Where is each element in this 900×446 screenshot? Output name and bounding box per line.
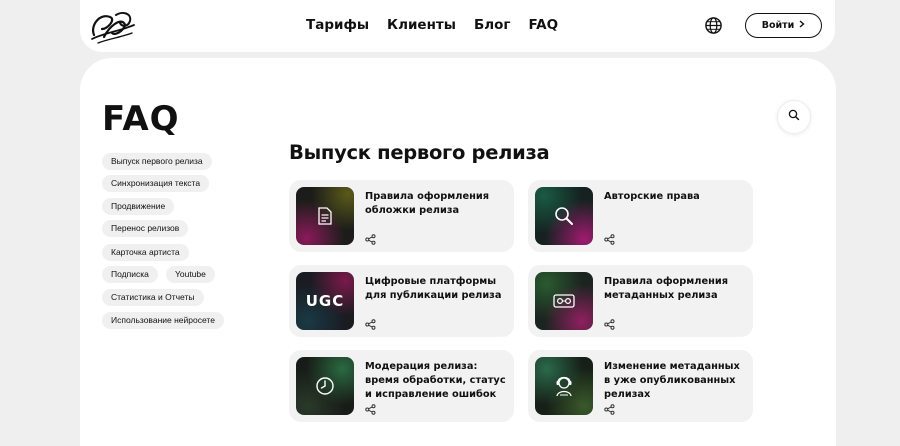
category-chip[interactable]: Карточка артиста xyxy=(102,244,189,261)
faq-card[interactable]: Авторские права xyxy=(528,180,753,252)
login-button[interactable]: Войти xyxy=(745,13,822,38)
category-chip[interactable]: Синхронизация текста xyxy=(102,175,210,192)
share-icon[interactable] xyxy=(604,402,615,415)
faq-card[interactable]: Изменение метаданных в уже опубликованны… xyxy=(528,350,753,422)
category-chip[interactable]: Подписка xyxy=(102,266,158,283)
login-label: Войти xyxy=(761,20,795,31)
music-person-icon xyxy=(535,357,593,415)
nav-item-blog[interactable]: Блог xyxy=(474,17,511,33)
faq-panel: FAQ Выпуск первого релиза Синхронизация … xyxy=(80,58,836,446)
card-title: Изменение метаданных в уже опубликованны… xyxy=(604,361,740,400)
page-title: FAQ xyxy=(102,99,180,139)
nav-item-pricing[interactable]: Тарифы xyxy=(306,17,369,33)
top-bar: Тарифы Клиенты Блог FAQ Войти xyxy=(80,0,835,52)
ugc-icon: UGC xyxy=(296,272,354,330)
image-file-icon xyxy=(296,187,354,245)
ugc-label: UGC xyxy=(305,292,345,310)
faq-card[interactable]: Правила оформления обложки релиза xyxy=(289,180,514,252)
category-chip[interactable]: Продвижение xyxy=(102,198,175,215)
category-chip[interactable]: Выпуск первого релиза xyxy=(102,153,212,170)
magnifier-icon xyxy=(535,187,593,245)
share-icon[interactable] xyxy=(365,232,376,245)
clock-icon xyxy=(296,357,354,415)
search-icon xyxy=(788,108,800,126)
share-icon[interactable] xyxy=(365,317,376,330)
card-title: Авторские права xyxy=(604,191,700,202)
share-icon[interactable] xyxy=(604,232,615,245)
share-icon[interactable] xyxy=(365,402,376,415)
nav-item-faq[interactable]: FAQ xyxy=(528,17,558,33)
faq-card[interactable]: UGC Цифровые платформы для публикации ре… xyxy=(289,265,514,337)
chevron-right-icon xyxy=(799,20,805,31)
faq-card[interactable]: Правила оформления метаданных релиза xyxy=(528,265,753,337)
main-nav: Тарифы Клиенты Блог FAQ xyxy=(306,17,558,33)
card-title: Правила оформления обложки релиза xyxy=(365,191,490,216)
card-title: Правила оформления метаданных релиза xyxy=(604,276,729,301)
globe-icon[interactable] xyxy=(704,16,723,35)
card-title: Модерация релиза: время обработки, стату… xyxy=(365,361,506,400)
category-chip[interactable]: Использование нейросете xyxy=(102,312,224,329)
cassette-icon xyxy=(535,272,593,330)
search-button[interactable] xyxy=(777,100,811,134)
card-title: Цифровые платформы для публикации релиза xyxy=(365,276,502,301)
faq-card[interactable]: Модерация релиза: время обработки, стату… xyxy=(289,350,514,422)
handwritten-logo[interactable] xyxy=(86,7,138,47)
category-chip[interactable]: Перенос релизов xyxy=(102,220,189,237)
share-icon[interactable] xyxy=(604,317,615,330)
category-chip[interactable]: Статистика и Отчеты xyxy=(102,289,204,306)
section-title: Выпуск первого релиза xyxy=(289,141,550,164)
nav-item-clients[interactable]: Клиенты xyxy=(387,17,456,33)
category-chip[interactable]: Youtube xyxy=(166,266,215,283)
